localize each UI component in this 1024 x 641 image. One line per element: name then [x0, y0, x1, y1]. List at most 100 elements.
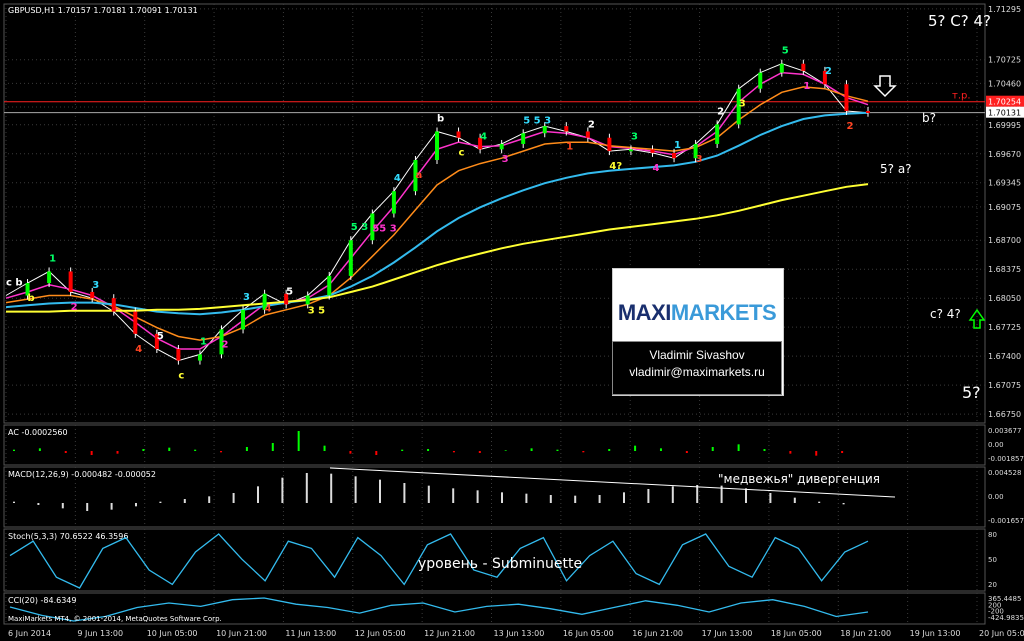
candle-body — [628, 149, 633, 152]
wave-label: 3 — [243, 292, 250, 303]
x-tick-label: 6 Jun 2014 — [8, 629, 51, 638]
current-price-label: 1.70131 — [988, 109, 1021, 118]
author-email: vladimir@maximarkets.ru — [629, 365, 765, 379]
candle-body — [607, 137, 612, 152]
wave-label: c b — [6, 278, 23, 289]
st-label: Stoch(5,3,3) 70.6522 46.3596 — [8, 532, 128, 541]
forecast-5a: 5? a? — [880, 162, 912, 176]
wave-label: b — [437, 113, 444, 124]
y-tick-label: 1.68375 — [988, 265, 1021, 274]
x-tick-label: 20 Jun 05:00 — [979, 629, 1024, 638]
wave-label: b — [28, 293, 35, 304]
author-block: Vladimir Sivashov vladimir@maximarkets.r… — [612, 341, 782, 395]
wave-label: 2 — [588, 120, 595, 131]
x-tick-label: 10 Jun 21:00 — [216, 629, 267, 638]
x-tick-label: 16 Jun 05:00 — [563, 629, 614, 638]
ac-tick: 0.003677 — [988, 427, 1021, 435]
wave-label: 4 — [135, 344, 142, 355]
wave-label: 1 — [803, 81, 810, 92]
wave-label: 1 — [200, 336, 207, 347]
y-tick-label: 1.69345 — [988, 179, 1021, 188]
wave-label: 3 — [739, 99, 746, 110]
x-tick-label: 11 Jun 13:00 — [285, 629, 336, 638]
wave-label: a — [415, 170, 422, 181]
candle-body — [715, 124, 720, 144]
wave-label: 3 5 — [308, 306, 325, 317]
y-tick-label: 1.71295 — [988, 5, 1021, 14]
candle-body — [542, 126, 547, 134]
y-tick-label: 1.68050 — [988, 294, 1021, 303]
st-tick: 80 — [988, 531, 997, 539]
wave-label: 2 — [846, 121, 853, 132]
cci-tick: -424.9835 — [988, 614, 1024, 622]
y-tick-label: 1.70725 — [988, 56, 1021, 65]
y-tick-label: 1.69670 — [988, 150, 1021, 159]
target-price-label: 1.70254 — [988, 98, 1021, 107]
x-tick-label: 9 Jun 13:00 — [77, 629, 123, 638]
y-tick-label: 1.66750 — [988, 410, 1021, 419]
wave-label: c — [459, 148, 465, 159]
macd-label: MACD(12,26,9) -0.000482 -0.000052 — [8, 470, 156, 479]
y-tick-label: 1.67400 — [988, 352, 1021, 361]
candle-body — [564, 126, 569, 132]
maximarkets-logo: MAXIMARKETS — [617, 300, 777, 325]
forecast-b: b? — [922, 111, 936, 125]
candle-body — [758, 72, 763, 89]
x-tick-label: 16 Jun 21:00 — [632, 629, 683, 638]
x-tick-label: 18 Jun 21:00 — [840, 629, 891, 638]
wave-label: 5 5 3 — [523, 115, 551, 126]
y-tick-label: 1.69995 — [988, 121, 1021, 130]
x-tick-label: 18 Jun 05:00 — [771, 629, 822, 638]
y-tick-label: 1.67725 — [988, 323, 1021, 332]
wave-label: 4 — [265, 304, 272, 315]
cci-label: CCI(20) -84.6349 — [8, 596, 76, 605]
author-name: Vladimir Sivashov — [649, 348, 745, 362]
copyright: MaxiMarkets MT4, © 2001-2014, MetaQuotes… — [8, 615, 222, 623]
ac-tick: 0.00 — [988, 441, 1004, 449]
wave-label: 4 — [653, 163, 660, 174]
candle-body — [499, 143, 504, 150]
st-tick: 50 — [988, 556, 997, 564]
candle-body — [521, 133, 526, 144]
forecast-5c4: 5? C? 4? — [928, 12, 991, 30]
wave-label: c — [178, 371, 184, 382]
macd-tick: -0.001657 — [988, 517, 1024, 525]
wave-label: 4 — [394, 173, 401, 184]
forecast-5: 5? — [962, 383, 981, 402]
candle-body — [456, 131, 461, 138]
wave-label: 5 — [286, 286, 293, 297]
x-tick-label: 13 Jun 13:00 — [494, 629, 545, 638]
wave-label: 5 — [782, 46, 789, 57]
wave-label: 1 — [566, 141, 573, 152]
candle-body — [327, 275, 332, 296]
candle-body — [197, 354, 202, 361]
wave-label: 1 — [49, 253, 56, 264]
candle-body — [133, 311, 138, 334]
candle-body — [435, 131, 439, 161]
candle-body — [176, 349, 181, 361]
symbol-header: GBPUSD,H1 1.70157 1.70181 1.70091 1.7013… — [8, 6, 198, 15]
ac-tick: -0.001857 — [988, 455, 1024, 463]
forecast-c4: c? 4? — [930, 307, 961, 321]
candle-body — [111, 298, 116, 312]
price-chart: 6 Jun 2014 9 Jun 13:00 10 Jun 05:00 10 Jun … — [3, 3, 1024, 638]
candle-body — [348, 240, 353, 276]
x-tick-label: 12 Jun 05:00 — [355, 629, 406, 638]
wave-label: 1 — [674, 140, 681, 151]
candle-body — [650, 149, 655, 153]
candle-body — [866, 110, 870, 113]
wave-label: 3 — [631, 131, 638, 142]
y-tick-label: 1.67075 — [988, 381, 1021, 390]
wave-label: 2 — [717, 106, 724, 117]
y-tick-label: 1.70460 — [988, 79, 1021, 88]
x-tick-label: 12 Jun 21:00 — [424, 629, 475, 638]
candle-body — [90, 291, 95, 299]
candle-body — [305, 295, 310, 305]
wave-label: 4 — [480, 131, 487, 142]
macd-tick: 0.00 — [988, 493, 1004, 501]
down-arrow-icon — [873, 75, 897, 98]
x-tick-label: 17 Jun 13:00 — [702, 629, 753, 638]
wave-label: 5 — [157, 331, 164, 342]
wave-label: 55 3 — [372, 224, 396, 235]
x-tick-label: 19 Jun 13:00 — [910, 629, 961, 638]
